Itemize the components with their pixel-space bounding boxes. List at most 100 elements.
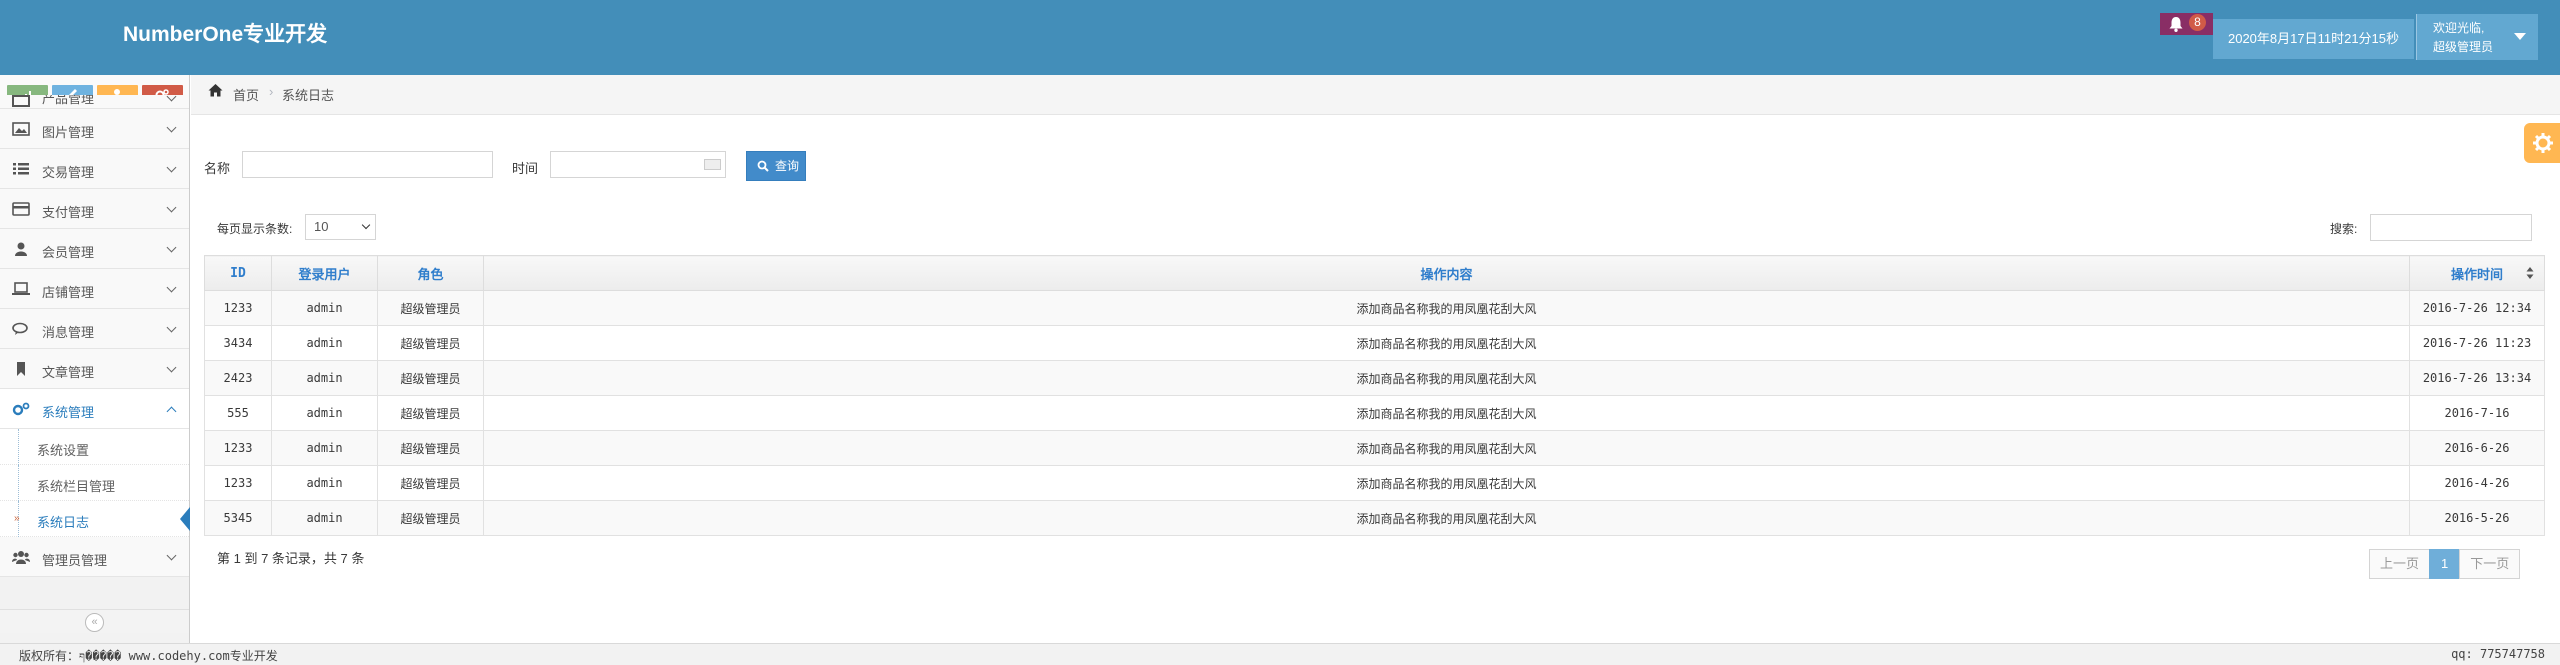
table-row[interactable]: 3434 admin 超级管理员 添加商品名称我的用凤凰花刮大风 2016-7-26 1… bbox=[204, 325, 2545, 361]
credit-card-icon bbox=[12, 202, 30, 216]
brand-logo[interactable]: NumberOne专业开发 bbox=[123, 18, 327, 48]
sidebar-item-label: 管理员管理 bbox=[42, 553, 108, 568]
time-label: 时间 bbox=[512, 161, 539, 176]
sidebar-subitem-label: 系统设置 bbox=[37, 443, 90, 458]
column-header-time[interactable]: 操作时间 bbox=[2409, 255, 2545, 291]
table-cell-user: admin bbox=[271, 465, 378, 501]
query-button[interactable]: 查询 bbox=[746, 151, 806, 181]
sidebar-item-message[interactable]: 消息管理 bbox=[0, 309, 189, 349]
table-cell-role: 超级管理员 bbox=[377, 500, 484, 536]
chevron-up-icon bbox=[166, 406, 177, 417]
table-row[interactable]: 2423 admin 超级管理员 添加商品名称我的用凤凰花刮大风 2016-7-26 1… bbox=[204, 360, 2545, 396]
table-cell-time: 2016-5-26 bbox=[2409, 500, 2545, 536]
name-input[interactable] bbox=[242, 151, 493, 178]
calendar-icon[interactable] bbox=[704, 159, 721, 170]
table-cell-user: admin bbox=[271, 430, 378, 466]
sidebar-item-product[interactable]: 产品管理 bbox=[0, 95, 189, 109]
column-header-content[interactable]: 操作内容 bbox=[483, 255, 2410, 291]
table-cell-time: 2016-7-26 13:34 bbox=[2409, 360, 2545, 396]
table-cell-content: 添加商品名称我的用凤凰花刮大风 bbox=[483, 360, 2410, 396]
gear-icon bbox=[2533, 133, 2553, 153]
table-cell-role: 超级管理员 bbox=[377, 395, 484, 431]
sidebar-item-label: 文章管理 bbox=[42, 365, 95, 380]
sidebar-subitem-label: 系统日志 bbox=[37, 515, 90, 530]
table-search-input[interactable] bbox=[2370, 214, 2532, 241]
chevron-down-icon bbox=[166, 282, 177, 293]
sidebar-subitem-system-log[interactable]: » 系统日志 bbox=[0, 501, 190, 537]
chevron-down-icon bbox=[166, 362, 177, 373]
chevron-down-icon bbox=[361, 220, 371, 230]
table-row[interactable]: 1233 admin 超级管理员 添加商品名称我的用凤凰花刮大风 2016-4-26 bbox=[204, 465, 2545, 501]
sidebar-collapse-button[interactable]: « bbox=[85, 613, 104, 632]
page-size-select[interactable]: 10 bbox=[305, 214, 376, 240]
user-menu-button[interactable]: 欢迎光临, 超级管理员 bbox=[2416, 14, 2538, 60]
table-body: 1233 admin 超级管理员 添加商品名称我的用凤凰花刮大风 2016-7-26 1… bbox=[204, 290, 2545, 536]
next-page-button[interactable]: 下一页 bbox=[2459, 549, 2521, 579]
sidebar-item-label: 支付管理 bbox=[42, 205, 95, 220]
table-cell-time: 2016-7-26 11:23 bbox=[2409, 325, 2545, 361]
table-cell-id: 1233 bbox=[204, 465, 272, 501]
time-input[interactable] bbox=[550, 151, 726, 178]
sidebar-item-member[interactable]: 会员管理 bbox=[0, 229, 189, 269]
user-role: 超级管理员 bbox=[2433, 40, 2494, 54]
tree-line bbox=[18, 429, 19, 465]
picture-icon bbox=[12, 122, 30, 136]
table-cell-time: 2016-6-26 bbox=[2409, 430, 2545, 466]
chevron-down-icon bbox=[166, 95, 177, 102]
breadcrumb: 首页 › 系统日志 bbox=[191, 75, 2560, 115]
breadcrumb-home-link[interactable]: 首页 bbox=[233, 85, 259, 104]
table-cell-content: 添加商品名称我的用凤凰花刮大风 bbox=[483, 430, 2410, 466]
table-cell-user: admin bbox=[271, 395, 378, 431]
table-cell-role: 超级管理员 bbox=[377, 290, 484, 326]
sidebar-subitem-system-settings[interactable]: 系统设置 bbox=[0, 429, 189, 465]
sidebar-collapse-bar: « bbox=[0, 609, 189, 633]
search-label: 搜索: bbox=[2330, 222, 2358, 236]
sidebar-item-payment[interactable]: 支付管理 bbox=[0, 189, 189, 229]
pagination: 上一页 1 下一页 bbox=[2369, 549, 2521, 579]
sidebar-item-label: 系统管理 bbox=[42, 405, 95, 420]
qq-contact: qq: 775747758 bbox=[2451, 647, 2545, 661]
sidebar-item-picture[interactable]: 图片管理 bbox=[0, 109, 189, 149]
table-row[interactable]: 5345 admin 超级管理员 添加商品名称我的用凤凰花刮大风 2016-5-26 bbox=[204, 500, 2545, 536]
sidebar-subitem-column-management[interactable]: 系统栏目管理 bbox=[0, 465, 189, 501]
sidebar-item-label: 店铺管理 bbox=[42, 285, 95, 300]
sort-icon bbox=[2526, 267, 2534, 279]
column-header-time-label: 操作时间 bbox=[2450, 267, 2503, 283]
column-header-user[interactable]: 登录用户 bbox=[271, 255, 378, 291]
table-cell-time: 2016-7-26 12:34 bbox=[2409, 290, 2545, 326]
current-datetime: 2020年8月17日11时21分15秒 bbox=[2213, 19, 2414, 59]
settings-toggle-button[interactable] bbox=[2524, 123, 2560, 163]
copyright-text: 版权所有：׃�ףּ���� www.codehy.com专业开发 bbox=[19, 649, 278, 663]
notification-count-badge: 8 bbox=[2189, 14, 2206, 31]
table-cell-user: admin bbox=[271, 500, 378, 536]
sidebar-item-trade[interactable]: 交易管理 bbox=[0, 149, 189, 189]
table-row[interactable]: 1233 admin 超级管理员 添加商品名称我的用凤凰花刮大风 2016-7-26 1… bbox=[204, 290, 2545, 326]
table-row[interactable]: 555 admin 超级管理员 添加商品名称我的用凤凰花刮大风 2016-7-16 bbox=[204, 395, 2545, 431]
table-cell-role: 超级管理员 bbox=[377, 430, 484, 466]
column-header-id[interactable]: ID bbox=[204, 255, 272, 291]
table-cell-role: 超级管理员 bbox=[377, 465, 484, 501]
page-button-current[interactable]: 1 bbox=[2429, 549, 2461, 579]
sidebar-item-article[interactable]: 文章管理 bbox=[0, 349, 189, 389]
table-row[interactable]: 1233 admin 超级管理员 添加商品名称我的用凤凰花刮大风 2016-6-26 bbox=[204, 430, 2545, 466]
sidebar-subitem-label: 系统栏目管理 bbox=[37, 479, 116, 494]
log-table: ID 登录用户 角色 操作内容 操作时间 1233 admin 超级管理员 添加商品名… bbox=[204, 255, 2545, 536]
caret-down-icon bbox=[2514, 33, 2526, 40]
table-cell-user: admin bbox=[271, 290, 378, 326]
prev-page-button[interactable]: 上一页 bbox=[2369, 549, 2431, 579]
table-cell-id: 1233 bbox=[204, 290, 272, 326]
list-icon bbox=[13, 163, 29, 175]
table-cell-content: 添加商品名称我的用凤凰花刮大风 bbox=[483, 500, 2410, 536]
comments-icon bbox=[12, 322, 28, 335]
top-navbar: NumberOne专业开发 8 2020年8月17日11时21分15秒 欢迎光临… bbox=[0, 0, 2560, 75]
sidebar-item-admin[interactable]: 管理员管理 bbox=[0, 537, 189, 577]
column-header-role[interactable]: 角色 bbox=[377, 255, 484, 291]
product-icon bbox=[12, 95, 30, 107]
sidebar-item-shop[interactable]: 店铺管理 bbox=[0, 269, 189, 309]
sidebar-item-label: 会员管理 bbox=[42, 245, 95, 260]
table-cell-content: 添加商品名称我的用凤凰花刮大风 bbox=[483, 290, 2410, 326]
notification-button[interactable]: 8 bbox=[2160, 13, 2213, 35]
sidebar-item-system[interactable]: 系统管理 bbox=[0, 389, 189, 429]
sidebar-item-label: 图片管理 bbox=[42, 125, 95, 140]
table-cell-time: 2016-7-16 bbox=[2409, 395, 2545, 431]
